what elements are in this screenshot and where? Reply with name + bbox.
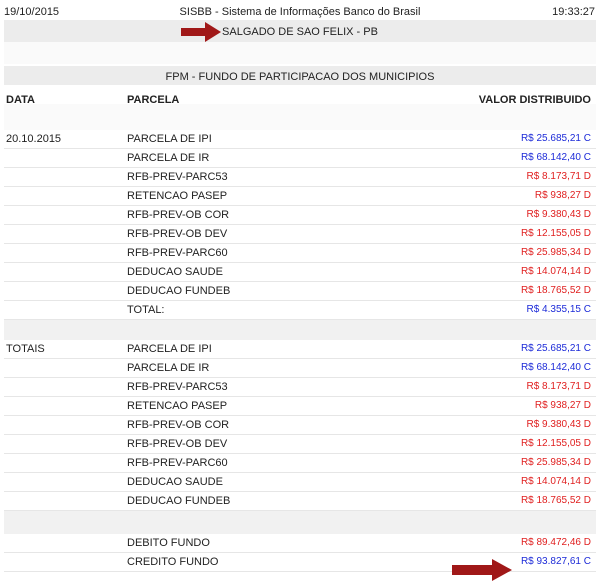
table-row: DEDUCAO FUNDEB R$ 18.765,52 D <box>4 282 596 301</box>
window-titlebar: 19/10/2015 SISBB - Sistema de Informaçõe… <box>0 0 600 20</box>
row-parcela: RFB-PREV-OB DEV <box>127 438 228 450</box>
row-parcela: DEDUCAO SAUDE <box>127 266 223 278</box>
row-parcela: DEDUCAO SAUDE <box>127 476 223 488</box>
row-valor: R$ 9.380,43 D <box>526 419 592 430</box>
table-row: DEDUCAO SAUDE R$ 14.074,14 D <box>4 473 596 492</box>
row-valor: R$ 18.765,52 D <box>520 285 591 296</box>
row-parcela: RFB-PREV-OB COR <box>127 209 230 221</box>
row-parcela: RFB-PREV-OB COR <box>127 419 230 431</box>
row-valor: R$ 14.074,14 D <box>520 476 591 487</box>
table-spacer-row <box>4 104 596 130</box>
table-row: RETENCAO PASEP R$ 938,27 D <box>4 397 596 416</box>
row-parcela: DEDUCAO FUNDEB <box>127 285 231 297</box>
row-parcela: CREDITO FUNDO <box>127 556 219 568</box>
row-valor: R$ 4.355,15 C <box>526 304 592 315</box>
arrow-right-icon <box>181 22 221 42</box>
table-row: RFB-PREV-OB DEV R$ 12.155,05 D <box>4 435 596 454</box>
table-row: DEBITO FUNDO R$ 89.472,46 D <box>4 534 596 553</box>
row-valor: R$ 68.142,40 C <box>520 362 591 373</box>
row-parcela: RFB-PREV-PARC60 <box>127 247 228 259</box>
table-spacer-row <box>4 320 596 340</box>
row-parcela: RETENCAO PASEP <box>127 400 228 412</box>
table-row: RFB-PREV-PARC53 R$ 8.173,71 D <box>4 168 596 187</box>
row-valor: R$ 18.765,52 D <box>520 495 591 506</box>
spacer-band <box>4 42 596 64</box>
table-row: PARCELA DE IR R$ 68.142,40 C <box>4 149 596 168</box>
table-row: DEDUCAO SAUDE R$ 14.074,14 D <box>4 263 596 282</box>
row-parcela: RFB-PREV-OB DEV <box>127 228 228 240</box>
row-valor: R$ 89.472,46 D <box>520 537 591 548</box>
header-time: 19:33:27 <box>552 6 595 18</box>
table-row: TOTAL: R$ 4.355,15 C <box>4 301 596 320</box>
row-valor: R$ 25.985,34 D <box>520 247 591 258</box>
table-row: RFB-PREV-OB DEV R$ 12.155,05 D <box>4 225 596 244</box>
row-parcela: DEBITO FUNDO <box>127 537 210 549</box>
row-parcela: PARCELA DE IR <box>127 152 210 164</box>
table-row: 20.10.2015 PARCELA DE IPI R$ 25.685,21 C <box>4 130 596 149</box>
row-parcela: PARCELA DE IPI <box>127 133 212 145</box>
arrow-right-icon <box>452 559 512 581</box>
row-parcela: PARCELA DE IPI <box>127 343 212 355</box>
row-valor: R$ 25.685,21 C <box>520 343 591 354</box>
row-parcela: RFB-PREV-PARC60 <box>127 457 228 469</box>
table-row: DEDUCAO FUNDEB R$ 18.765,52 D <box>4 492 596 511</box>
table-row: RFB-PREV-OB COR R$ 9.380,43 D <box>4 206 596 225</box>
row-parcela: RFB-PREV-PARC53 <box>127 171 228 183</box>
municipality-name: SALGADO DE SAO FELIX - PB <box>222 26 378 38</box>
table-row: RFB-PREV-PARC53 R$ 8.173,71 D <box>4 378 596 397</box>
row-date: 20.10.2015 <box>6 133 62 145</box>
table-title-text: FPM - FUNDO DE PARTICIPACAO DOS MUNICIPI… <box>165 71 435 83</box>
row-date: TOTAIS <box>6 343 45 355</box>
row-valor: R$ 93.827,61 C <box>520 556 591 567</box>
row-valor: R$ 938,27 D <box>534 190 591 201</box>
row-parcela: RFB-PREV-PARC53 <box>127 381 228 393</box>
row-parcela: PARCELA DE IR <box>127 362 210 374</box>
row-valor: R$ 8.173,71 D <box>526 171 592 182</box>
table-row: RETENCAO PASEP R$ 938,27 D <box>4 187 596 206</box>
row-parcela: DEDUCAO FUNDEB <box>127 495 231 507</box>
row-valor: R$ 68.142,40 C <box>520 152 591 163</box>
row-valor: R$ 938,27 D <box>534 400 591 411</box>
table-row: RFB-PREV-PARC60 R$ 25.985,34 D <box>4 244 596 263</box>
table-spacer-row <box>4 511 596 534</box>
table-row: PARCELA DE IR R$ 68.142,40 C <box>4 359 596 378</box>
row-valor: R$ 9.380,43 D <box>526 209 592 220</box>
table-title: FPM - FUNDO DE PARTICIPACAO DOS MUNICIPI… <box>4 66 596 85</box>
table-row: RFB-PREV-PARC60 R$ 25.985,34 D <box>4 454 596 473</box>
table-row: TOTAIS PARCELA DE IPI R$ 25.685,21 C <box>4 340 596 359</box>
header-title: SISBB - Sistema de Informações Banco do … <box>179 6 421 18</box>
row-parcela: RETENCAO PASEP <box>127 190 228 202</box>
municipality-band: SALGADO DE SAO FELIX - PB <box>4 20 596 42</box>
row-valor: R$ 12.155,05 D <box>520 438 591 449</box>
row-valor: R$ 8.173,71 D <box>526 381 592 392</box>
row-valor: R$ 25.985,34 D <box>520 457 591 468</box>
table-row: RFB-PREV-OB COR R$ 9.380,43 D <box>4 416 596 435</box>
row-valor: R$ 12.155,05 D <box>520 228 591 239</box>
row-valor: R$ 25.685,21 C <box>520 133 591 144</box>
row-valor: R$ 14.074,14 D <box>520 266 591 277</box>
row-parcela: TOTAL: <box>127 304 165 316</box>
